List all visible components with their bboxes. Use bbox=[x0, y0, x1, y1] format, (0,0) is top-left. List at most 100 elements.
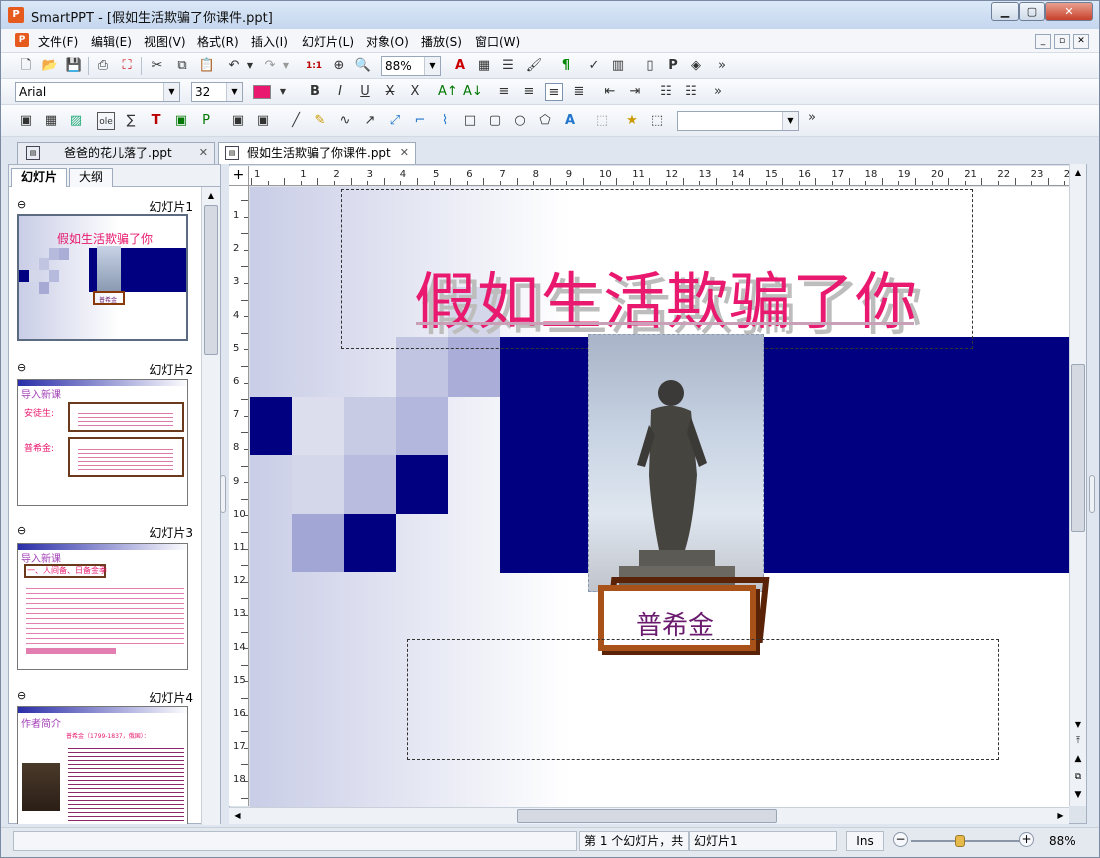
open-icon[interactable]: 📂 bbox=[41, 57, 59, 75]
zoom-slider-thumb[interactable] bbox=[955, 835, 965, 847]
page-icon[interactable]: ▯ bbox=[641, 57, 659, 75]
italic-icon[interactable]: I bbox=[331, 83, 349, 101]
copy-icon[interactable]: ⧉ bbox=[173, 57, 191, 75]
scroll-down-icon[interactable]: ▼ bbox=[1070, 716, 1086, 733]
scrollbar-thumb[interactable] bbox=[1071, 364, 1085, 532]
slides-pane-scrollbar[interactable]: ▲ bbox=[201, 187, 220, 825]
curve-icon[interactable]: ∿ bbox=[336, 112, 354, 130]
scrollbar-thumb[interactable] bbox=[517, 809, 777, 823]
right-splitter-handle[interactable] bbox=[1089, 475, 1095, 513]
list-props-icon[interactable]: ☰ bbox=[499, 57, 517, 75]
clear-format-icon[interactable]: X bbox=[406, 83, 424, 101]
bold-icon[interactable]: B bbox=[306, 83, 324, 101]
underline-icon[interactable]: U bbox=[356, 83, 374, 101]
new-icon[interactable]: 🗋 bbox=[17, 57, 35, 75]
paste-icon[interactable]: 📋 bbox=[198, 57, 216, 75]
redo-icon[interactable]: ↷ bbox=[261, 57, 279, 75]
actual-size-icon[interactable]: 1:1 bbox=[305, 57, 323, 75]
zoom-out-icon[interactable]: − bbox=[893, 832, 908, 847]
more-toolbar-icon[interactable]: » bbox=[709, 83, 727, 101]
table-props-icon[interactable]: ▦ bbox=[475, 57, 493, 75]
indent-decrease-icon[interactable]: ⇤ bbox=[601, 83, 619, 101]
indent-increase-icon[interactable]: ⇥ bbox=[626, 83, 644, 101]
slide-thumb-2[interactable]: 导入新课 安徒生: 普希金: bbox=[17, 379, 188, 506]
increase-font-icon[interactable]: A↑ bbox=[438, 83, 458, 101]
object-3d-icon[interactable]: ◈ bbox=[687, 57, 705, 75]
ungroup-icon[interactable]: ▣ bbox=[254, 112, 272, 130]
next-slide-icon[interactable]: ▼ bbox=[1070, 790, 1086, 806]
menu-file[interactable]: 文件(F) bbox=[38, 33, 78, 50]
font-color-dropdown-icon[interactable]: ▼ bbox=[277, 83, 289, 101]
slide-sorter-icon[interactable]: ⧉ bbox=[1070, 772, 1086, 788]
menu-object[interactable]: 对象(O) bbox=[366, 33, 409, 50]
chart-icon[interactable]: ▥ bbox=[609, 57, 627, 75]
close-button[interactable]: ✕ bbox=[1045, 2, 1093, 21]
table-icon[interactable]: ▦ bbox=[42, 112, 60, 130]
text-frame-icon[interactable]: T bbox=[147, 112, 165, 130]
rectangle-icon[interactable]: □ bbox=[461, 112, 479, 130]
align-center-icon[interactable]: ≡ bbox=[545, 83, 563, 101]
splitter-handle[interactable] bbox=[220, 475, 226, 513]
save-icon[interactable]: 💾 bbox=[65, 57, 83, 75]
strikethrough-icon[interactable]: X bbox=[381, 83, 399, 101]
align-right-icon[interactable]: ≡ bbox=[520, 83, 538, 101]
prev-slide-icon[interactable]: ▲ bbox=[1070, 754, 1086, 770]
rounded-rect-icon[interactable]: ▢ bbox=[486, 112, 504, 130]
tab-close-icon[interactable]: ✕ bbox=[199, 143, 208, 163]
zoom-select[interactable]: 88% ▼ bbox=[381, 56, 441, 76]
mdi-restore-button[interactable]: ▫ bbox=[1054, 34, 1070, 49]
menu-window[interactable]: 窗口(W) bbox=[475, 33, 520, 50]
font-color-swatch[interactable] bbox=[253, 83, 275, 101]
workspace-horizontal-scrollbar[interactable]: ◀ ▶ bbox=[229, 807, 1069, 824]
pen-icon[interactable]: ✎ bbox=[311, 112, 329, 130]
menu-view[interactable]: 视图(V) bbox=[144, 33, 186, 50]
scroll-up-icon[interactable]: ▲ bbox=[1070, 164, 1086, 181]
line-icon[interactable]: ╱ bbox=[287, 112, 305, 130]
tab-doc-2[interactable]: ▤ 假如生活欺骗了你课件.ppt ✕ bbox=[218, 142, 416, 164]
tab-close-icon[interactable]: ✕ bbox=[400, 143, 409, 163]
more-toolbar-icon[interactable]: » bbox=[803, 109, 821, 127]
numbered-list-icon[interactable]: ☷ bbox=[682, 83, 700, 101]
wordart-icon[interactable]: A bbox=[561, 112, 579, 130]
redo-dropdown-icon[interactable]: ▼ bbox=[281, 57, 291, 75]
menu-edit[interactable]: 编辑(E) bbox=[91, 33, 132, 50]
undo-icon[interactable]: ↶ bbox=[225, 57, 243, 75]
zoom-icon[interactable]: 🔍 bbox=[354, 57, 372, 75]
cut-icon[interactable]: ✂ bbox=[148, 57, 166, 75]
tab-slides[interactable]: 幻灯片 bbox=[11, 168, 67, 187]
scrollbar-thumb[interactable] bbox=[204, 205, 218, 355]
menu-insert[interactable]: 插入(I) bbox=[251, 33, 288, 50]
decrease-font-icon[interactable]: A↓ bbox=[463, 83, 483, 101]
first-slide-icon[interactable]: ⤒ bbox=[1070, 736, 1086, 752]
image-icon[interactable]: ▨ bbox=[67, 112, 85, 130]
page-p-icon[interactable]: P bbox=[664, 57, 682, 75]
zoom-in-icon[interactable]: + bbox=[1019, 832, 1034, 847]
bullet-list-icon[interactable]: ☷ bbox=[657, 83, 675, 101]
menu-play[interactable]: 播放(S) bbox=[421, 33, 462, 50]
format-brush-icon[interactable]: 🖌 bbox=[525, 57, 543, 75]
slide-thumb-1[interactable]: 假如生活欺骗了你 普希金 bbox=[17, 214, 188, 341]
pdf-icon[interactable]: ⛶ bbox=[118, 57, 136, 75]
maximize-button[interactable]: ▢ bbox=[1019, 2, 1045, 21]
undo-dropdown-icon[interactable]: ▼ bbox=[245, 57, 255, 75]
zoom-slider[interactable] bbox=[911, 835, 1021, 847]
scroll-up-icon[interactable]: ▲ bbox=[202, 187, 220, 204]
ellipse-icon[interactable]: ○ bbox=[511, 112, 529, 130]
scroll-left-icon[interactable]: ◀ bbox=[229, 808, 246, 824]
autoshape-icon[interactable]: ⬠ bbox=[536, 112, 554, 130]
zoom-fit-icon[interactable]: ⊕ bbox=[330, 57, 348, 75]
align-justify-icon[interactable]: ≣ bbox=[570, 83, 588, 101]
scroll-right-icon[interactable]: ▶ bbox=[1052, 808, 1069, 824]
frame-icon[interactable]: ▣ bbox=[17, 112, 35, 130]
ole-icon[interactable]: ole bbox=[97, 112, 115, 130]
star-icon[interactable]: ★ bbox=[623, 112, 641, 130]
workspace-vertical-scrollbar[interactable]: ▲ ▼ ⤒ ▲ ⧉ ▼ bbox=[1069, 164, 1086, 806]
ruler-corner[interactable]: + bbox=[229, 166, 249, 186]
slide-canvas[interactable]: 假如生活欺骗了你 假如生活欺骗了你 普希金 bbox=[250, 187, 1069, 807]
slide-caption[interactable]: 普希金 bbox=[636, 605, 714, 642]
minimize-button[interactable]: ▁ bbox=[991, 2, 1019, 21]
shape-frame-icon[interactable]: ▣ bbox=[172, 112, 190, 130]
formula-icon[interactable]: ∑ bbox=[122, 112, 140, 130]
tab-outline[interactable]: 大纲 bbox=[69, 168, 113, 187]
group-icon[interactable]: ▣ bbox=[229, 112, 247, 130]
